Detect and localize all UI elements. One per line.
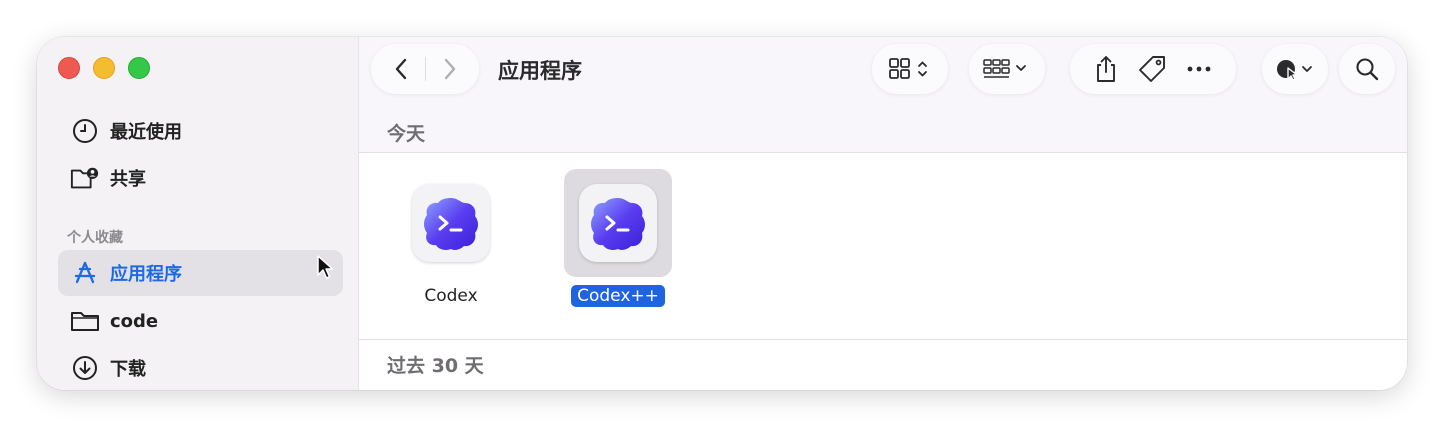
search-icon <box>1356 58 1379 81</box>
actions-pill <box>1070 44 1236 94</box>
file-name: Codex++ <box>571 285 665 307</box>
sidebar-item-recents[interactable]: 最近使用 <box>58 108 343 154</box>
sidebar: 最近使用 共享 个人收藏 应用程序 code 下载 <box>37 37 359 390</box>
group-by-icon <box>983 59 1026 78</box>
sidebar-item-label: 共享 <box>110 169 146 190</box>
clock-icon <box>70 116 100 146</box>
navigation-pill <box>371 44 479 94</box>
more-icon <box>1187 66 1211 72</box>
nav-divider <box>424 57 426 81</box>
codex-app-icon <box>579 184 657 262</box>
download-icon <box>70 353 100 383</box>
toolbar: 应用程序 今天 <box>359 37 1407 153</box>
icon-view-icon <box>889 58 927 79</box>
finder-window: 最近使用 共享 个人收藏 应用程序 code 下载 应用程序 今天 Codex … <box>37 37 1407 390</box>
forward-button[interactable] <box>442 57 458 81</box>
sidebar-item-label: code <box>110 310 159 332</box>
sidebar-item-shared[interactable]: 共享 <box>58 155 343 201</box>
minimize-button[interactable] <box>93 57 115 79</box>
group-header-past-30-days: 过去 30 天 <box>387 355 484 377</box>
share-button[interactable] <box>1094 54 1118 84</box>
codex-app-icon <box>412 184 490 262</box>
sidebar-item-label: 下载 <box>110 359 146 380</box>
file-thumbnail <box>564 169 672 277</box>
close-button[interactable] <box>58 57 80 79</box>
sidebar-item-label: 最近使用 <box>110 122 182 143</box>
tag-button[interactable] <box>1137 54 1167 84</box>
sidebar-section-favorites: 个人收藏 <box>67 230 123 246</box>
sidebar-item-downloads[interactable]: 下载 <box>58 345 343 390</box>
mouse-cursor-icon <box>316 254 334 284</box>
window-title: 应用程序 <box>498 59 582 83</box>
group-divider <box>359 339 1407 340</box>
quick-action-button[interactable] <box>1262 44 1328 94</box>
file-item-codex[interactable]: Codex <box>397 169 505 307</box>
group-by-button[interactable] <box>969 44 1045 94</box>
shared-folder-icon <box>70 163 100 193</box>
folder-icon <box>70 306 100 336</box>
back-button[interactable] <box>393 57 409 81</box>
file-name: Codex <box>424 286 478 306</box>
view-mode-button[interactable] <box>872 44 948 94</box>
applications-icon <box>70 258 100 288</box>
sidebar-item-applications[interactable]: 应用程序 <box>58 250 343 296</box>
content-area: 应用程序 今天 Codex Codex++ 过去 30 天 <box>359 37 1407 390</box>
sidebar-item-label: 应用程序 <box>110 264 182 285</box>
file-item-codex-plus-plus[interactable]: Codex++ <box>564 169 672 307</box>
file-thumbnail <box>397 169 505 277</box>
sidebar-item-code[interactable]: code <box>58 298 343 344</box>
more-button[interactable] <box>1186 65 1212 73</box>
quick-action-icon <box>1277 60 1312 81</box>
chevron-right-icon <box>444 58 455 80</box>
zoom-button[interactable] <box>128 57 150 79</box>
search-button[interactable] <box>1339 44 1395 94</box>
tag-icon <box>1139 56 1165 82</box>
group-header-today: 今天 <box>387 123 426 145</box>
chevron-left-icon <box>395 58 406 80</box>
share-icon <box>1096 56 1115 82</box>
